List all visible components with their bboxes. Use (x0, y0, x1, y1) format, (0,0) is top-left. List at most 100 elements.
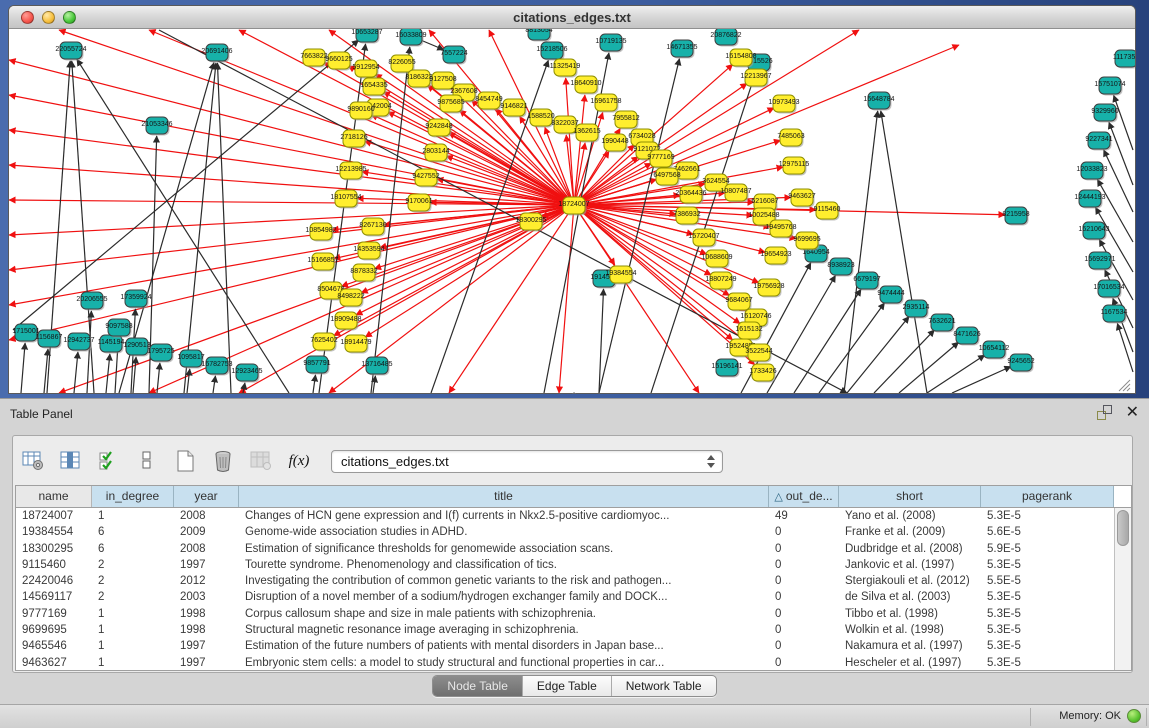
cell-in_degree[interactable]: 1 (92, 508, 174, 524)
graph-node[interactable]: 10688609 (701, 250, 732, 269)
cell-title[interactable]: Genome-wide association studies in ADHD. (239, 524, 769, 540)
cell-pagerank[interactable]: 5.6E-5 (981, 524, 1114, 540)
graph-node[interactable]: 20691406 (201, 44, 232, 63)
table-settings-icon[interactable] (19, 447, 47, 475)
cell-title[interactable]: Investigating the contribution of common… (239, 573, 769, 589)
graph-node[interactable]: 15196141 (711, 359, 742, 378)
cell-name[interactable]: 22420046 (16, 573, 92, 589)
table-select-combobox[interactable]: citations_edges.txt (331, 450, 723, 473)
column-header-year[interactable]: year (174, 486, 239, 507)
graph-node[interactable]: 7663822 (300, 49, 327, 68)
cell-out_de[interactable]: 0 (769, 638, 839, 654)
graph-edge[interactable] (794, 289, 861, 393)
graph-node[interactable]: 1167534 (1101, 305, 1128, 324)
cell-title[interactable]: Embryonic stem cells: a model to study s… (239, 655, 769, 670)
select-rows-check-icon[interactable] (95, 447, 123, 475)
graph-node[interactable]: 7955812 (612, 111, 639, 130)
graph-edge[interactable] (559, 205, 574, 393)
graph-node[interactable]: 9699695 (793, 232, 820, 251)
graph-node[interactable]: 2718126 (340, 130, 367, 149)
cell-year[interactable]: 1997 (174, 655, 239, 670)
graph-node[interactable]: 15692971 (1084, 252, 1115, 271)
cell-title[interactable]: Corpus callosum shape and size in male p… (239, 606, 769, 622)
cell-out_de[interactable]: 0 (769, 622, 839, 638)
vertical-scrollbar[interactable] (1114, 508, 1131, 670)
float-panel-icon[interactable] (1097, 405, 1112, 420)
graph-edge[interactable] (9, 205, 574, 340)
table-row[interactable]: 946554611997Estimation of the future num… (16, 638, 1114, 654)
cell-year[interactable]: 1998 (174, 622, 239, 638)
cell-title[interactable]: Estimation of the future numbers of pati… (239, 638, 769, 654)
cell-name[interactable]: 9465546 (16, 638, 92, 654)
graph-node[interactable]: 11325419 (550, 59, 581, 78)
graph-node[interactable]: 1990448 (601, 134, 628, 153)
cell-in_degree[interactable]: 1 (92, 606, 174, 622)
scrollbar-thumb[interactable] (1117, 510, 1129, 546)
graph-node[interactable]: 14353594 (353, 242, 384, 261)
cell-short[interactable]: Wolkin et al. (1998) (839, 622, 981, 638)
graph-node[interactable]: 1615132 (735, 322, 762, 341)
cell-pagerank[interactable]: 5.9E-5 (981, 541, 1114, 557)
graph-node[interactable]: 10719135 (595, 34, 626, 53)
graph-edge[interactable] (106, 354, 110, 393)
graph-edge[interactable] (899, 342, 959, 393)
tab-network-table[interactable]: Network Table (612, 676, 716, 696)
cell-short[interactable]: de Silva et al. (2003) (839, 589, 981, 605)
cell-year[interactable]: 2012 (174, 573, 239, 589)
graph-node[interactable]: 16033809 (395, 29, 426, 47)
graph-node[interactable]: 12942737 (63, 333, 94, 352)
column-header-short[interactable]: short (839, 486, 981, 507)
resize-grip-icon[interactable] (1119, 380, 1130, 391)
graph-node[interactable]: 16210643 (1078, 222, 1109, 241)
column-header-in_degree[interactable]: in_degree (92, 486, 174, 507)
graph-node[interactable]: 9115460 (814, 202, 841, 221)
table-row[interactable]: 969969511998Structural magnetic resonanc… (16, 622, 1114, 638)
cell-short[interactable]: Yano et al. (2008) (839, 508, 981, 524)
graph-edge[interactable] (1104, 150, 1133, 212)
graph-node[interactable]: 9427552 (412, 169, 439, 188)
cell-out_de[interactable]: 0 (769, 655, 839, 670)
table-row[interactable]: 946362711997Embryonic stem cells: a mode… (16, 655, 1114, 670)
graph-node[interactable]: 2935114 (903, 300, 930, 319)
graph-node[interactable]: 7386932 (673, 207, 700, 226)
graph-node[interactable]: 8454749 (475, 92, 502, 111)
cell-out_de[interactable]: 49 (769, 508, 839, 524)
graph-node[interactable]: 12975115 (779, 157, 810, 176)
cell-name[interactable]: 9115460 (16, 557, 92, 573)
cell-short[interactable]: Stergiakouli et al. (2012) (839, 573, 981, 589)
network-canvas[interactable]: 2205572420691406106532871603380975572241… (9, 29, 1135, 393)
graph-edge[interactable] (239, 205, 574, 393)
cell-out_de[interactable]: 0 (769, 606, 839, 622)
cell-title[interactable]: Structural magnetic resonance image aver… (239, 622, 769, 638)
cell-year[interactable]: 1997 (174, 638, 239, 654)
graph-node[interactable]: 7632621 (928, 314, 955, 333)
graph-node[interactable]: 7625402 (310, 333, 337, 352)
graph-node[interactable]: 8267130 (359, 218, 386, 237)
cell-year[interactable]: 1998 (174, 606, 239, 622)
show-column-icon[interactable] (57, 447, 85, 475)
new-table-icon[interactable] (171, 447, 199, 475)
graph-node[interactable]: 9474444 (877, 286, 904, 305)
graph-node[interactable]: 2803144 (422, 144, 449, 163)
cell-in_degree[interactable]: 2 (92, 557, 174, 573)
delete-table-icon[interactable] (209, 447, 237, 475)
graph-node[interactable]: 8878332 (350, 264, 377, 283)
graph-node[interactable]: 18640910 (570, 76, 601, 95)
graph-edge[interactable] (313, 375, 315, 393)
graph-node[interactable]: 10653287 (351, 29, 382, 44)
cell-pagerank[interactable]: 5.3E-5 (981, 508, 1114, 524)
graph-node[interactable]: 16154808 (725, 49, 756, 68)
graph-node[interactable]: 7557224 (440, 46, 467, 65)
graph-node[interactable]: 1654335 (360, 78, 387, 97)
graph-node[interactable]: 1733426 (749, 364, 776, 383)
cell-in_degree[interactable]: 6 (92, 524, 174, 540)
graph-node[interactable]: 18107554 (330, 190, 361, 209)
graph-node[interactable]: 8215958 (1002, 207, 1029, 226)
graph-edge[interactable] (213, 376, 215, 393)
graph-node[interactable]: 12923465 (231, 364, 262, 383)
graph-node[interactable]: 8471626 (953, 327, 980, 346)
cell-pagerank[interactable]: 5.3E-5 (981, 589, 1114, 605)
graph-node[interactable]: 9875685 (437, 95, 464, 114)
graph-node[interactable]: 9097588 (105, 319, 132, 338)
graph-node[interactable]: 15751074 (1094, 77, 1125, 96)
